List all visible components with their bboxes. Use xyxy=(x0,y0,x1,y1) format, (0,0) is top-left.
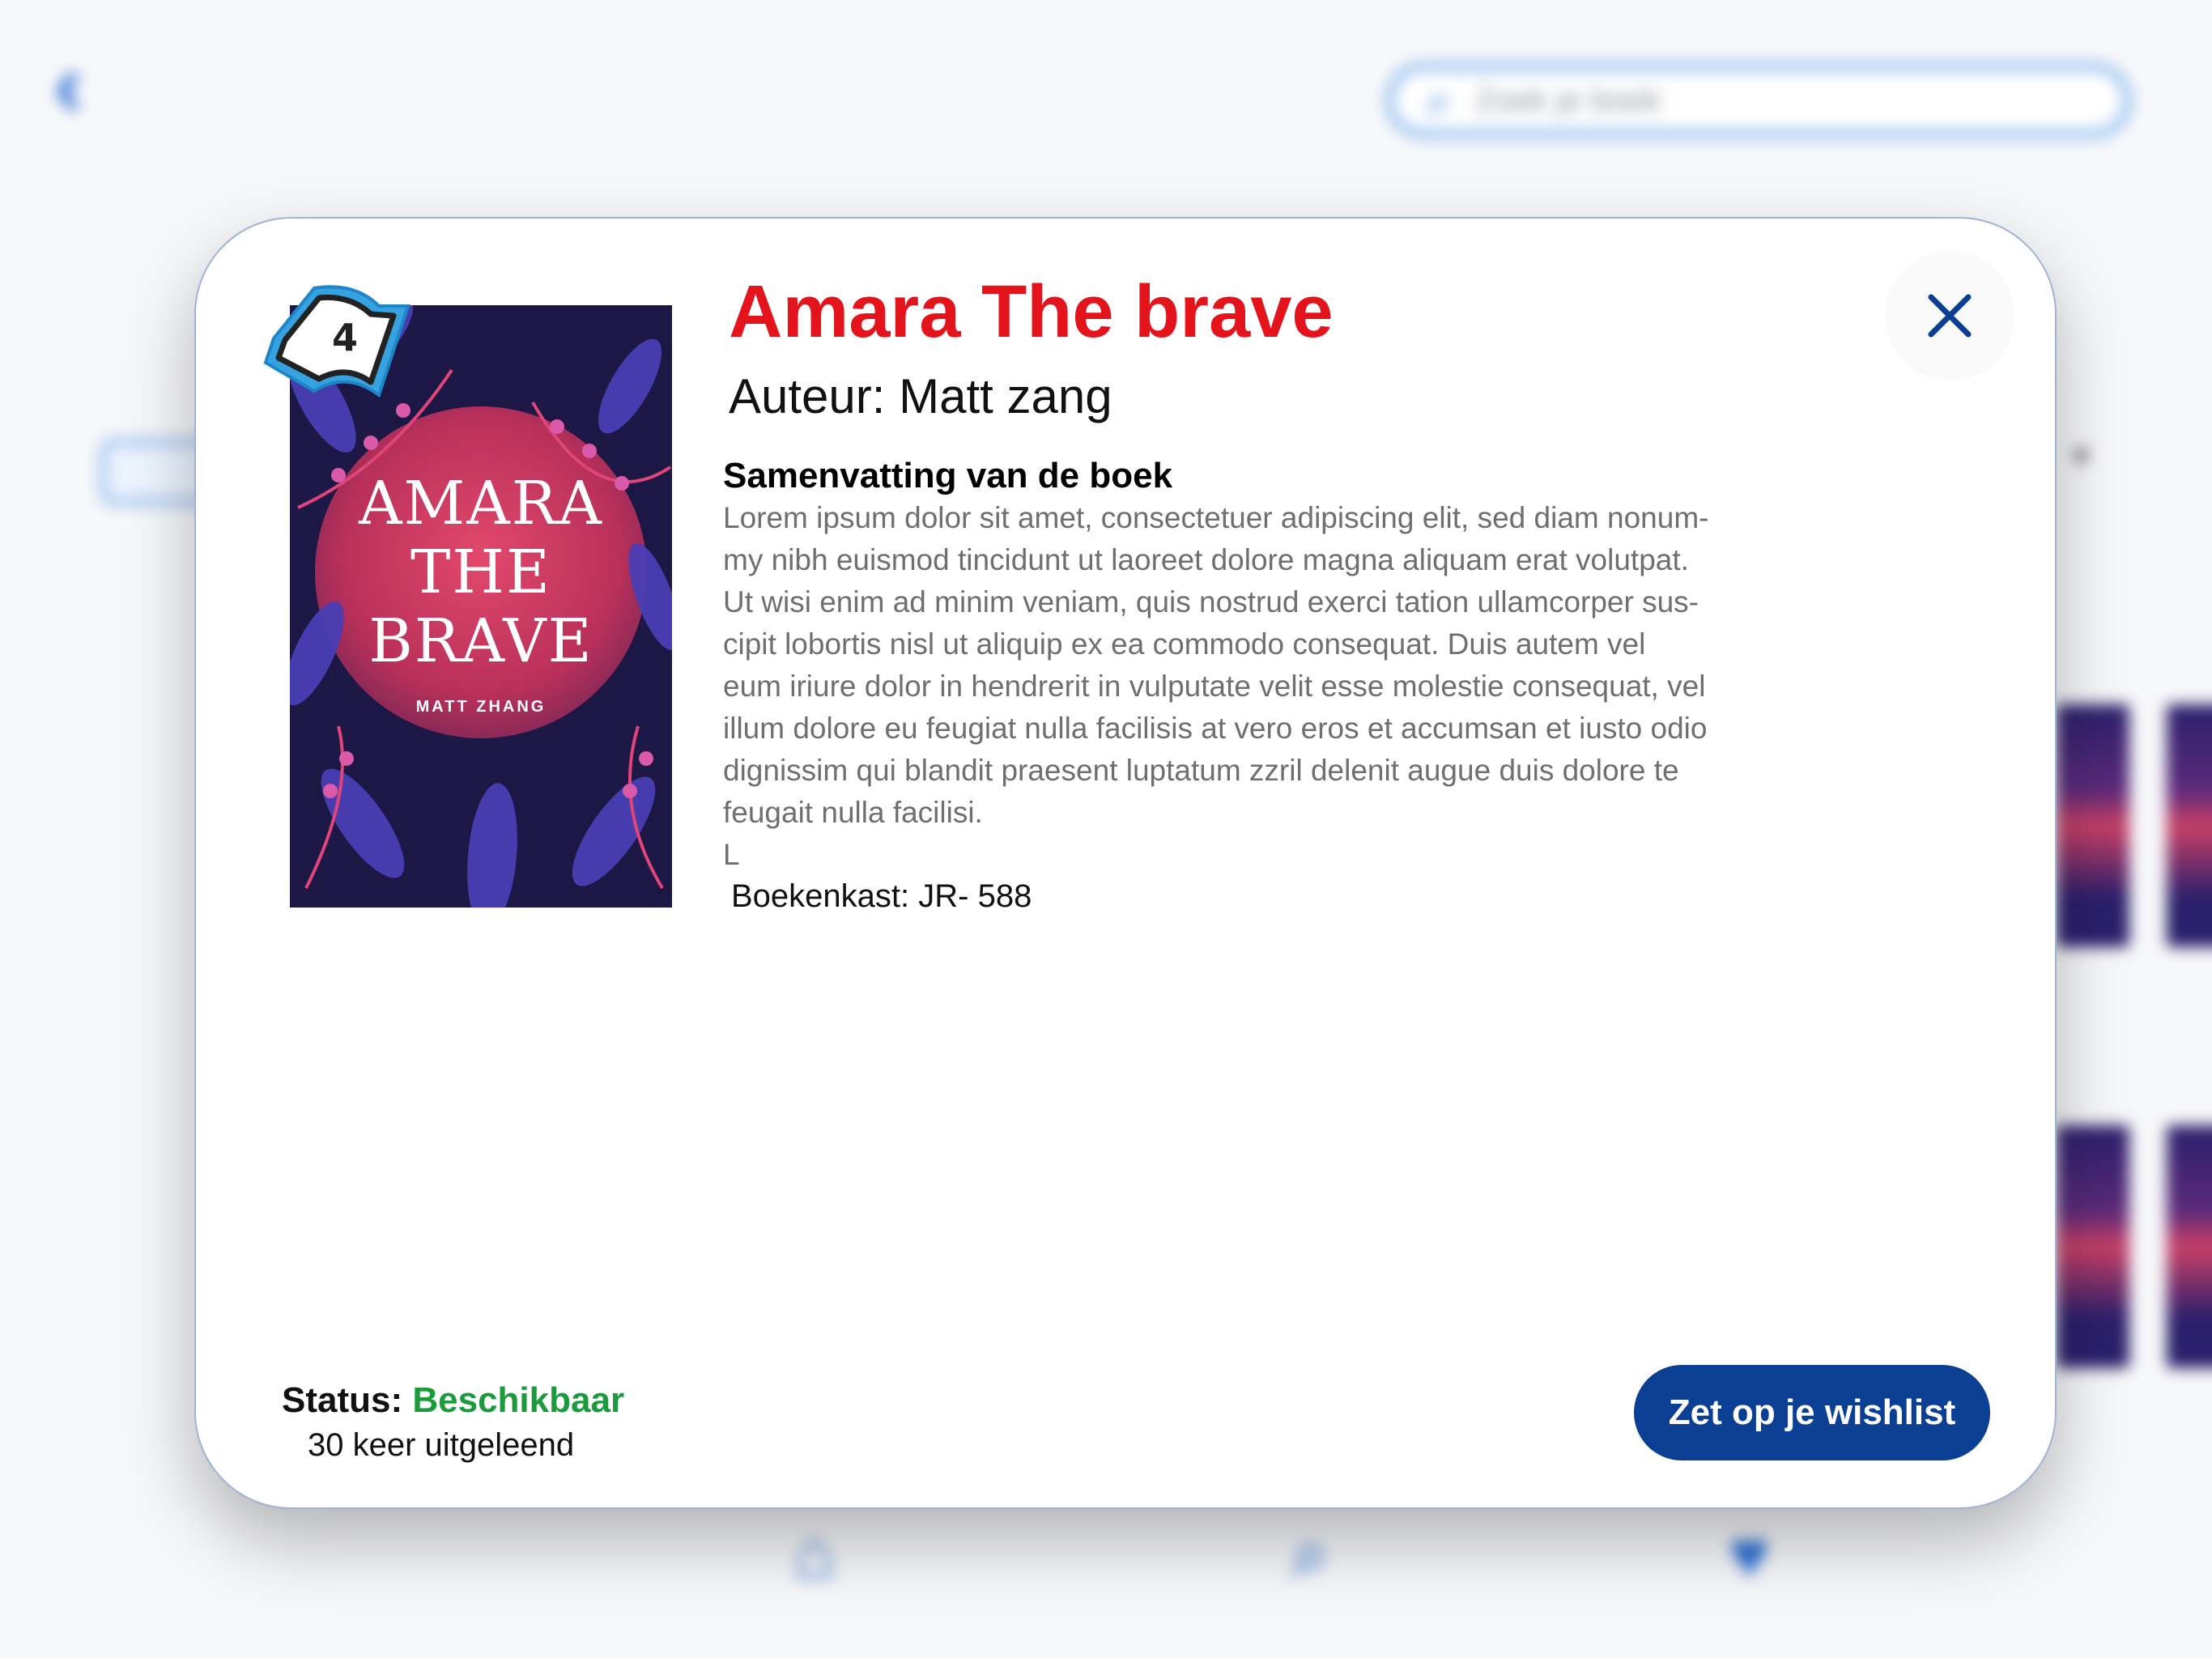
loan-count: 30 keer uitgeleend xyxy=(308,1427,575,1463)
nav-heart-icon[interactable]: ♥ xyxy=(1716,1516,1781,1593)
summary-text: Lorem ipsum dolor sit amet, consectetuer… xyxy=(723,501,1709,871)
chevron-down-icon[interactable]: ▾ xyxy=(2073,437,2089,474)
book-thumbnail[interactable] xyxy=(2167,704,2212,947)
cover-title-line-2: THE xyxy=(410,538,551,607)
book-thumbnail[interactable] xyxy=(2057,704,2129,947)
summary-heading: Samenvatting van de boek xyxy=(723,456,1173,495)
close-button[interactable] xyxy=(1885,251,2014,380)
cover-title-line-3: BRAVE xyxy=(368,606,593,676)
nav-home-icon[interactable]: ⌂ xyxy=(782,1516,847,1593)
cover-title-line-1: AMARA xyxy=(358,469,603,538)
book-thumbnail[interactable] xyxy=(2167,1125,2212,1368)
search-bar[interactable]: ⌕ Zoek je boek xyxy=(1386,63,2131,138)
search-placeholder: Zoek je boek xyxy=(1475,82,1661,118)
summary-text-block: Lorem ipsum dolor sit amet, consectetuer… xyxy=(723,497,1816,876)
reading-level-number: 4 xyxy=(331,316,358,359)
book-thumbnail[interactable] xyxy=(2057,1125,2129,1368)
reading-level-badge: 4 xyxy=(257,274,416,405)
close-icon xyxy=(1928,294,1972,338)
cover-author: MATT ZHANG xyxy=(416,698,547,716)
nav-search-icon[interactable]: ⌕ xyxy=(1278,1515,1342,1592)
status-label: Status: xyxy=(282,1380,413,1420)
add-to-wishlist-button[interactable]: Zet op je wishlist xyxy=(1634,1365,1990,1460)
search-icon: ⌕ xyxy=(1426,74,1452,125)
book-author: Auteur: Matt zang xyxy=(729,369,1112,423)
status-value: Beschikbaar xyxy=(412,1380,625,1420)
back-button[interactable]: ‹ xyxy=(53,40,110,130)
availability-status: Status: Beschikbaar xyxy=(282,1376,624,1425)
book-title: Amara The brave xyxy=(729,270,1334,353)
bookcase-location: Boekenkast: JR- 588 xyxy=(731,878,1032,914)
